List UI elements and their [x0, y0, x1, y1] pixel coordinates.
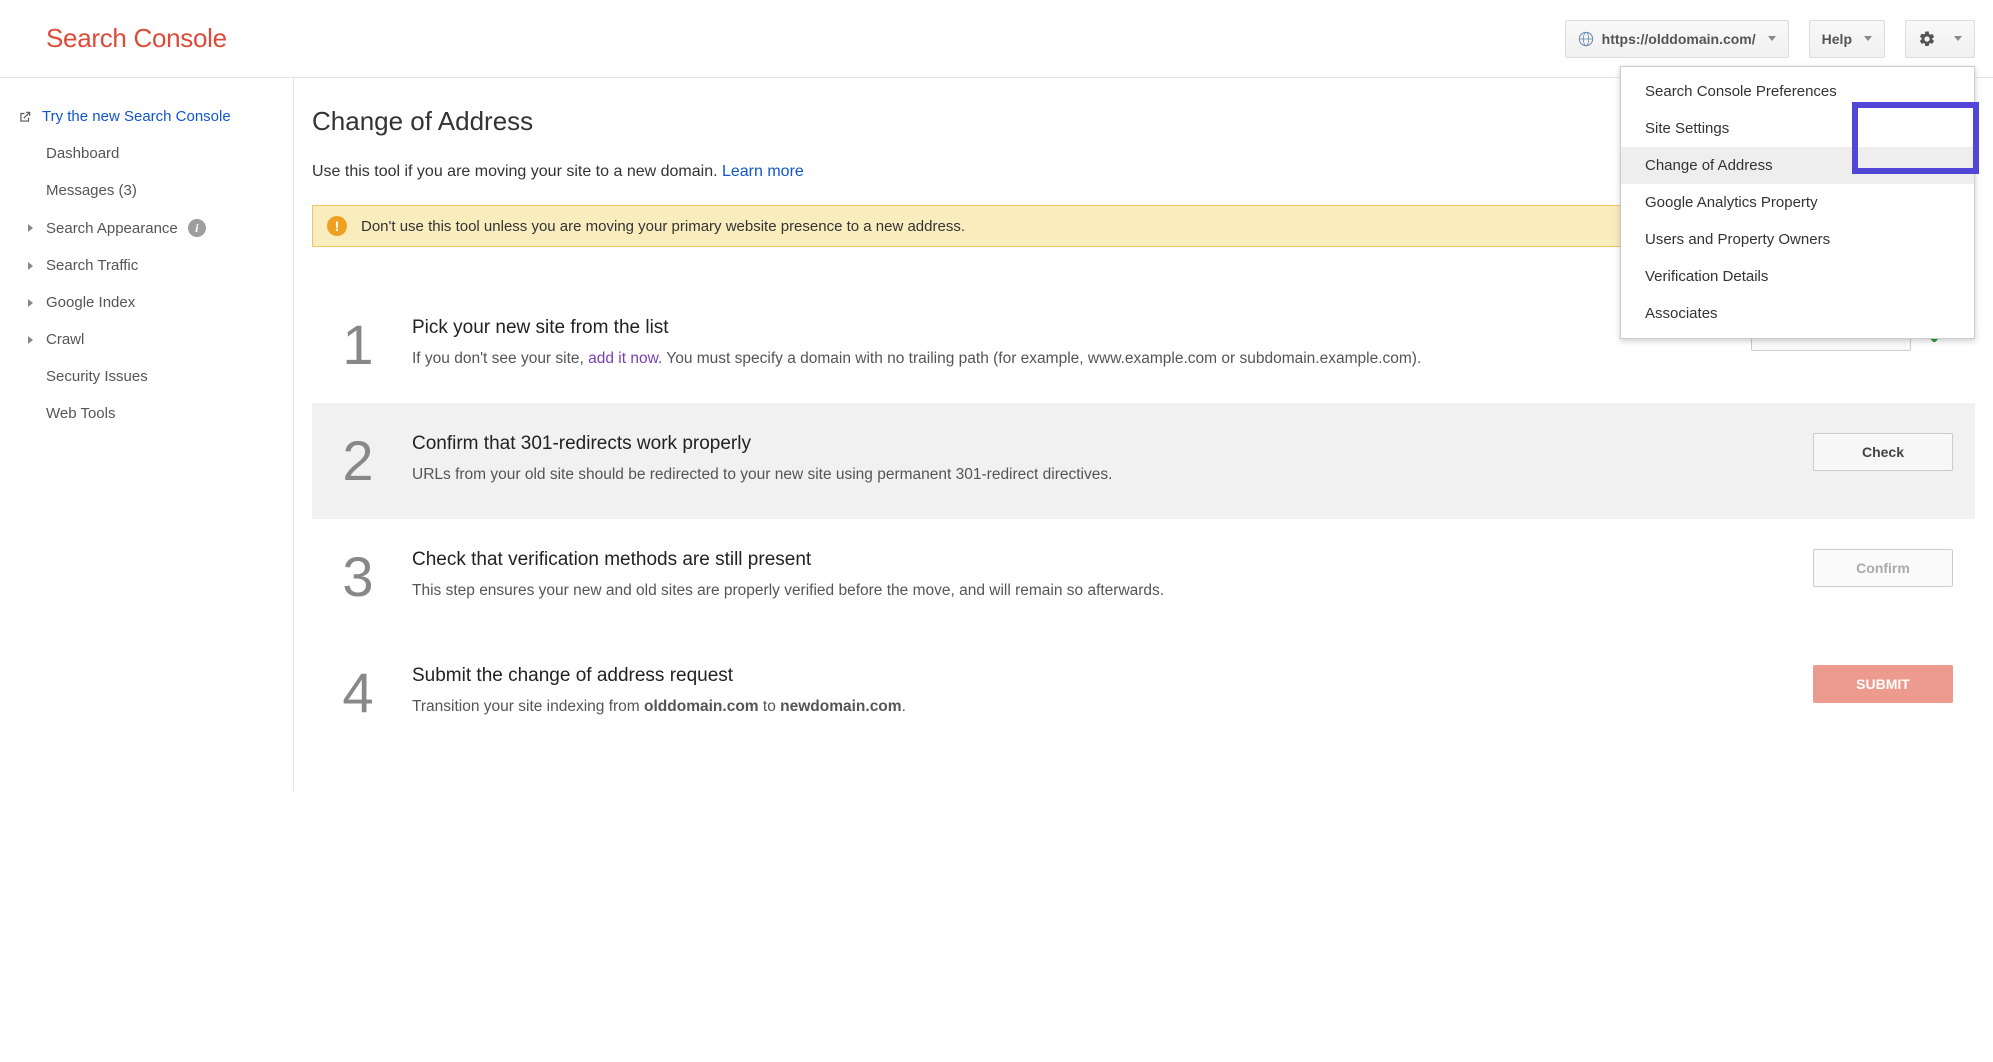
sidebar-item[interactable]: Messages (3): [0, 172, 293, 209]
page-desc-text: Use this tool if you are moving your sit…: [312, 163, 722, 180]
settings-menu-item[interactable]: Users and Property Owners: [1621, 221, 1974, 258]
sidebar-item[interactable]: Google Index: [0, 284, 293, 321]
step-title: Pick your new site from the list: [412, 317, 1721, 339]
step-text: This step ensures your new and old sites…: [412, 579, 1783, 602]
step-action: SUBMIT: [1813, 665, 1953, 703]
settings-menu: Search Console PreferencesSite SettingsC…: [1620, 66, 1975, 339]
sidebar-item[interactable]: Dashboard: [0, 135, 293, 172]
step-3: 3 Check that verification methods are st…: [312, 519, 1975, 635]
step-number: 3: [334, 549, 382, 605]
help-button[interactable]: Help: [1809, 20, 1885, 58]
sidebar-item-label: Search Traffic: [46, 257, 138, 274]
step-text-fragment: . You must specify a domain with no trai…: [658, 350, 1421, 367]
sidebar-item[interactable]: Web Tools: [0, 395, 293, 432]
step-text-fragment: .: [902, 698, 906, 715]
caret-down-icon: [1954, 36, 1962, 41]
globe-icon: [1578, 31, 1594, 47]
step-body: Check that verification methods are stil…: [412, 549, 1783, 602]
confirm-button[interactable]: Confirm: [1813, 549, 1953, 587]
step-title: Confirm that 301-redirects work properly: [412, 433, 1783, 455]
step-4: 4 Submit the change of address request T…: [312, 635, 1975, 751]
step-text: URLs from your old site should be redire…: [412, 463, 1783, 486]
warning-icon: !: [327, 216, 347, 236]
settings-menu-item[interactable]: Associates: [1621, 295, 1974, 332]
sidebar-item[interactable]: Search Appearance i: [0, 209, 293, 247]
step-text-fragment: If you don't see your site,: [412, 350, 588, 367]
help-label: Help: [1822, 31, 1852, 47]
submit-button[interactable]: SUBMIT: [1813, 665, 1953, 703]
step-action: Confirm: [1813, 549, 1953, 587]
step-2: 2 Confirm that 301-redirects work proper…: [312, 403, 1975, 519]
arrow-right-icon: [28, 299, 33, 307]
arrow-right-icon: [28, 224, 33, 232]
step-text-fragment: Transition your site indexing from: [412, 698, 644, 715]
arrow-right-icon: [28, 336, 33, 344]
sidebar-item-label: Web Tools: [46, 405, 116, 422]
property-url-label: https://olddomain.com/: [1602, 31, 1756, 47]
step-text: If you don't see your site, add it now. …: [412, 347, 1721, 370]
top-header: Search Console https://olddomain.com/ He…: [0, 0, 1993, 78]
step-text-fragment: to: [759, 698, 781, 715]
sidebar-item-label: Security Issues: [46, 368, 148, 385]
sidebar-item[interactable]: Security Issues: [0, 358, 293, 395]
sidebar-item-label: Messages (3): [46, 182, 137, 199]
settings-menu-item[interactable]: Search Console Preferences: [1621, 73, 1974, 110]
gear-icon: [1918, 30, 1936, 48]
settings-button[interactable]: [1905, 20, 1975, 58]
header-controls: https://olddomain.com/ Help Search Conso…: [1565, 20, 1975, 58]
step-title: Check that verification methods are stil…: [412, 549, 1783, 571]
property-selector[interactable]: https://olddomain.com/: [1565, 20, 1789, 58]
sidebar-item-label: Dashboard: [46, 145, 119, 162]
caret-down-icon: [1768, 36, 1776, 41]
old-domain: olddomain.com: [644, 698, 759, 715]
step-body: Pick your new site from the list If you …: [412, 317, 1721, 370]
settings-menu-item[interactable]: Google Analytics Property: [1621, 184, 1974, 221]
step-text: Transition your site indexing from olddo…: [412, 695, 1783, 718]
step-title: Submit the change of address request: [412, 665, 1783, 687]
step-action: Check: [1813, 433, 1953, 471]
add-it-now-link[interactable]: add it now: [588, 350, 658, 367]
settings-menu-item[interactable]: Change of Address: [1621, 147, 1974, 184]
warning-text: Don't use this tool unless you are movin…: [361, 218, 965, 235]
step-number: 1: [334, 317, 382, 373]
sidebar-item[interactable]: Crawl: [0, 321, 293, 358]
sidebar: Try the new Search Console Dashboard Mess…: [0, 78, 294, 791]
settings-wrap: Search Console PreferencesSite SettingsC…: [1905, 20, 1975, 58]
sidebar-item-label: Google Index: [46, 294, 135, 311]
arrow-right-icon: [28, 262, 33, 270]
info-icon: i: [188, 219, 206, 237]
settings-menu-item[interactable]: Verification Details: [1621, 258, 1974, 295]
external-link-icon: [18, 110, 32, 124]
check-button[interactable]: Check: [1813, 433, 1953, 471]
learn-more-link[interactable]: Learn more: [722, 163, 804, 180]
step-number: 4: [334, 665, 382, 721]
settings-menu-item[interactable]: Site Settings: [1621, 110, 1974, 147]
app-logo: Search Console: [46, 23, 227, 54]
step-body: Submit the change of address request Tra…: [412, 665, 1783, 718]
step-body: Confirm that 301-redirects work properly…: [412, 433, 1783, 486]
sidebar-item-label: Crawl: [46, 331, 84, 348]
sidebar-try-new[interactable]: Try the new Search Console: [0, 98, 293, 135]
caret-down-icon: [1864, 36, 1872, 41]
sidebar-try-label: Try the new Search Console: [42, 108, 231, 125]
new-domain: newdomain.com: [780, 698, 901, 715]
step-number: 2: [334, 433, 382, 489]
sidebar-item-label: Search Appearance: [46, 220, 178, 237]
sidebar-item[interactable]: Search Traffic: [0, 247, 293, 284]
